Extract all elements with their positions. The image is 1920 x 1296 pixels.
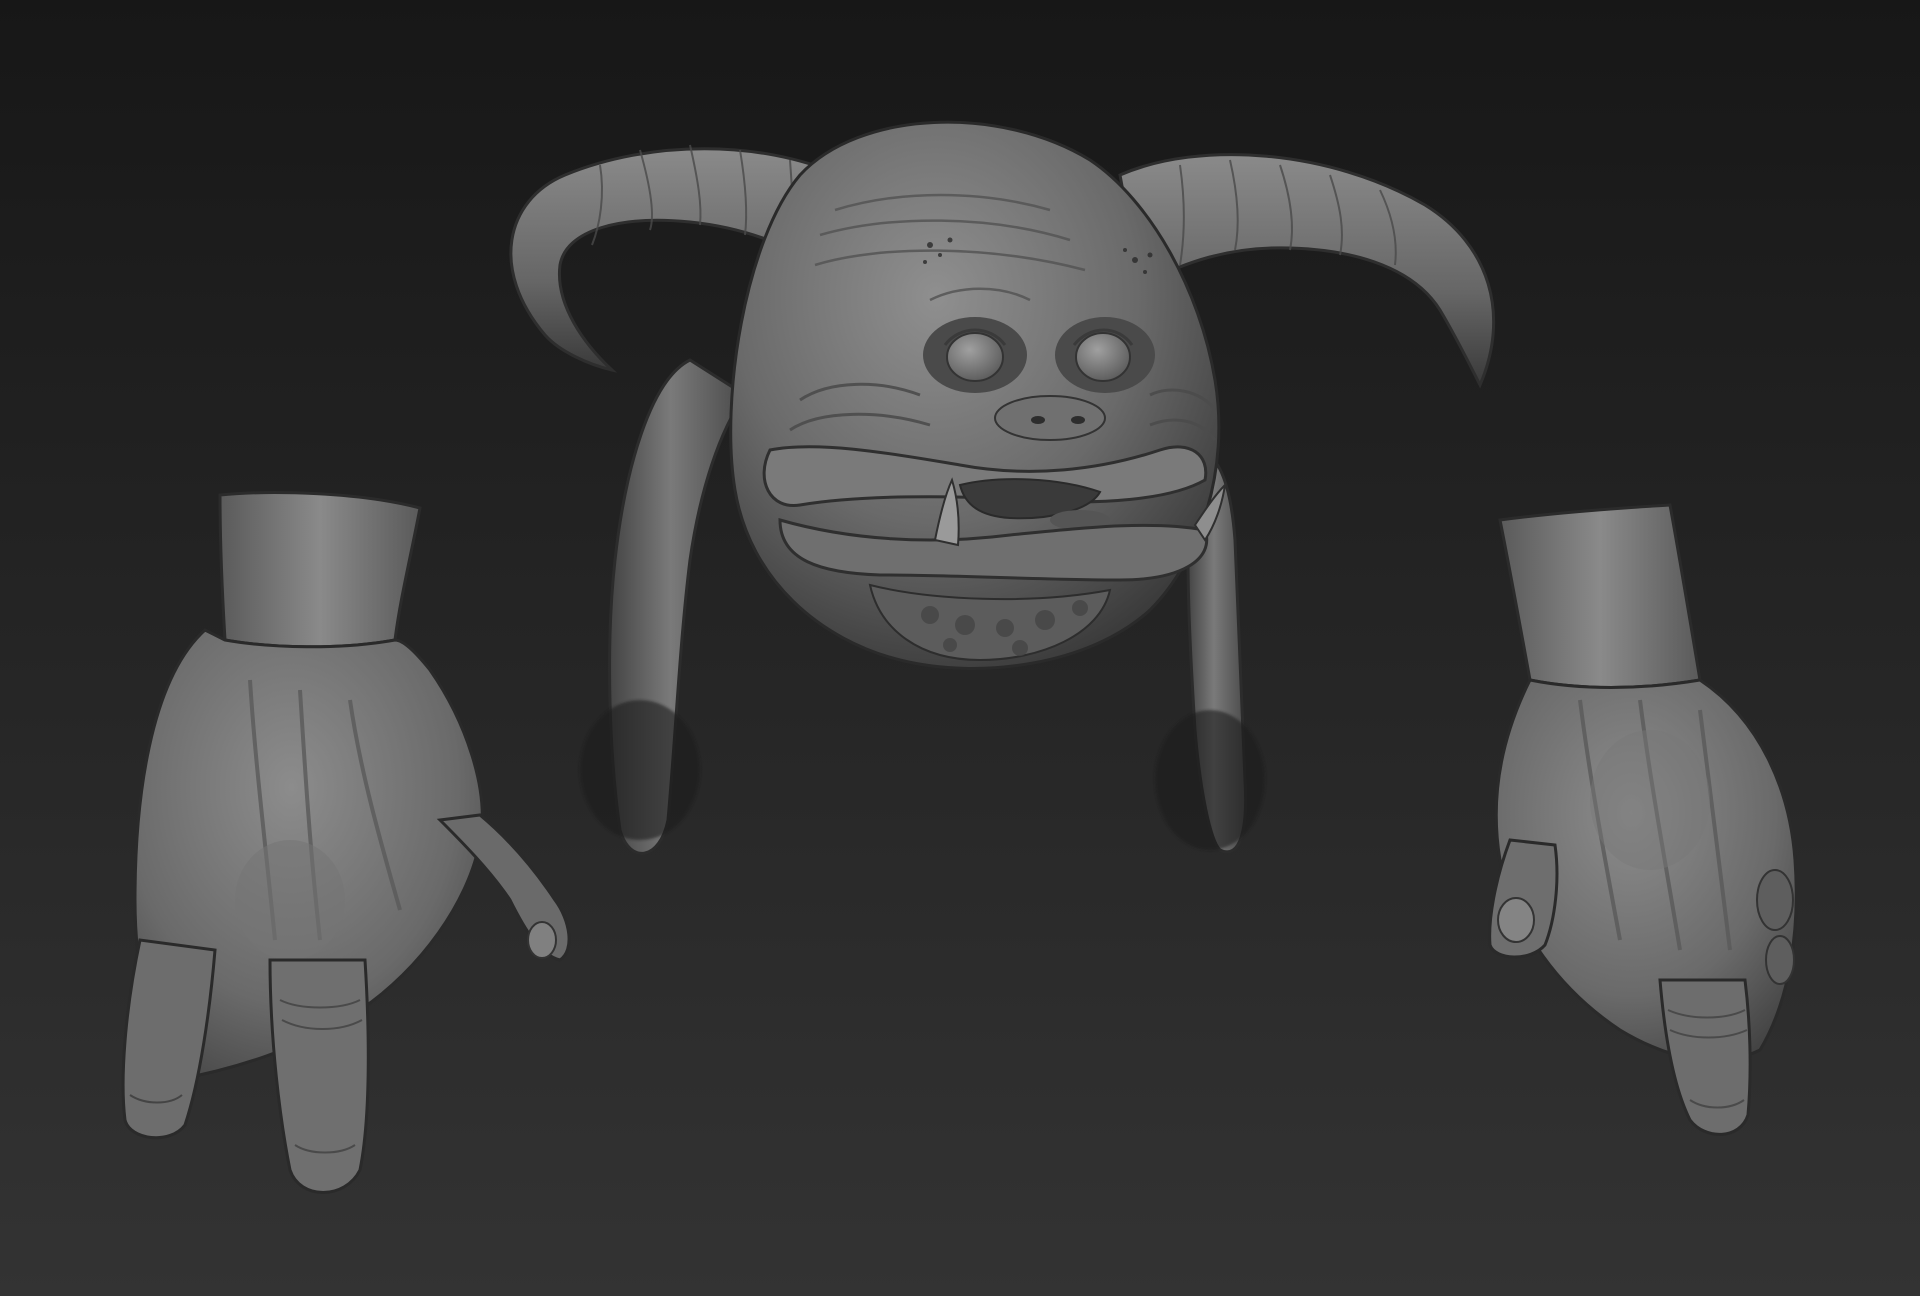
right-eye — [1075, 332, 1131, 382]
left-hand-wrist — [218, 491, 422, 649]
nose — [994, 395, 1106, 441]
sculpt-render — [0, 0, 1920, 1296]
left-eye — [946, 332, 1004, 382]
right-hand-wrist — [1498, 503, 1702, 689]
sculpt-viewport[interactable] — [0, 0, 1920, 1296]
